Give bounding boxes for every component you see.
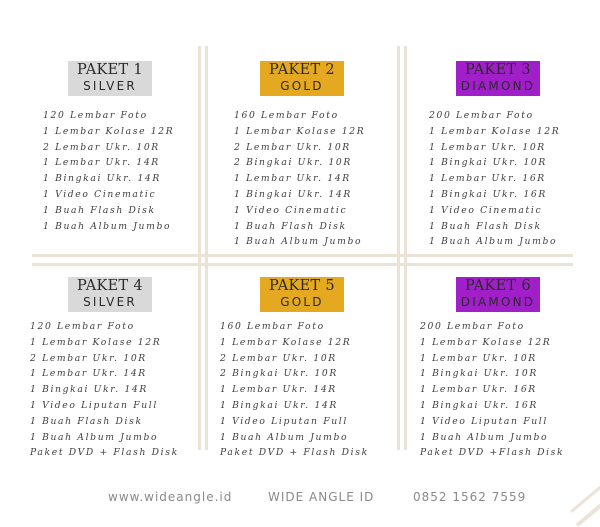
package-tier: DIAMOND [460,79,536,93]
list-item: 1 Bingkai Ukr. 14R [43,173,161,185]
list-item: 2 Lembar Ukr. 10R [30,352,147,364]
grid-divider-horizontal [32,254,573,257]
list-item: 1 Lembar Ukr. 14R [234,173,351,185]
list-item: 1 Buah Flash Disk [429,220,542,232]
package-name: PAKET 1 [77,62,143,78]
list-item: 120 Lembar Foto [30,321,135,332]
list-item: 1 Bingkai Ukr. 10R [420,368,538,380]
list-item: 1 Video Cinematic [234,204,348,216]
list-item: Paket DVD +Flash Disk [420,447,565,459]
list-item: 1 Lembar Kolase 12R [429,125,561,137]
list-item: 2 Bingkai Ukr. 10R [234,157,352,169]
list-item: 1 Bingkai Ukr. 14R [30,384,148,396]
list-item: 1 Lembar Ukr. 10R [420,352,537,364]
list-item: 1 Video Liputan Full [220,415,348,427]
list-item: 1 Bingkai Ukr. 14R [220,399,338,411]
package-item-list: 160 Lembar Foto 1 Lembar Kolase 12R 2 Le… [220,319,369,461]
list-item: 1 Buah Album Jumbo [30,431,159,443]
package-badge: PAKET 5 GOLD [260,277,344,312]
list-item: 1 Lembar Kolase 12R [420,336,552,348]
list-item: Paket DVD + Flash Disk [220,447,369,459]
list-item: 1 Video Liputan Full [420,415,548,427]
list-item: 1 Buah Flash Disk [43,204,156,216]
list-item: 1 Lembar Kolase 12R [234,125,366,137]
list-item: 1 Bingkai Ukr. 10R [429,157,547,169]
list-item: 1 Lembar Ukr. 14R [30,368,147,380]
list-item: 1 Video Liputan Full [30,399,158,411]
list-item: 1 Bingkai Ukr. 16R [420,399,538,411]
package-tier: GOLD [280,79,324,93]
package-badge: PAKET 6 DIAMOND [456,277,540,312]
list-item: 1 Buah Album Jumbo [420,431,549,443]
package-name: PAKET 3 [465,62,531,78]
list-item: 160 Lembar Foto [220,321,325,332]
list-item: 1 Buah Album Jumbo [220,431,349,443]
list-item: 1 Video Cinematic [429,204,543,216]
grid-divider-vertical [404,46,407,450]
list-item: 1 Video Cinematic [43,188,157,200]
footer-phone: 0852 1562 7559 [413,490,527,504]
list-item: 1 Buah Album Jumbo [43,220,172,232]
package-name: PAKET 2 [269,62,335,78]
package-tier: SILVER [83,295,137,309]
package-item-list: 200 Lembar Foto 1 Lembar Kolase 12R 1 Le… [429,108,560,250]
footer-website: www.wideangle.id [108,490,233,504]
package-badge: PAKET 1 SILVER [68,61,152,96]
footer-brand: WIDE ANGLE ID [268,490,375,504]
list-item: 1 Lembar Kolase 12R [30,336,162,348]
list-item: 1 Lembar Ukr. 10R [429,141,546,153]
package-name: PAKET 4 [77,278,143,294]
package-badge: PAKET 2 GOLD [260,61,344,96]
package-tier: DIAMOND [460,295,536,309]
list-item: Paket DVD + Flash Disk [30,447,179,459]
list-item: 2 Bingkai Ukr. 10R [220,368,338,380]
list-item: 1 Bingkai Ukr. 14R [234,188,352,200]
list-item: 1 Lembar Kolase 12R [43,125,175,137]
package-badge: PAKET 3 DIAMOND [456,61,540,96]
list-item: 200 Lembar Foto [420,321,525,332]
grid-divider-horizontal [32,263,573,266]
list-item: 200 Lembar Foto [429,110,534,121]
list-item: 120 Lembar Foto [43,110,148,121]
list-item: 1 Buah Flash Disk [234,220,347,232]
list-item: 1 Bingkai Ukr. 16R [429,188,547,200]
package-name: PAKET 5 [269,278,335,294]
package-tier: GOLD [280,295,324,309]
package-item-list: 120 Lembar Foto 1 Lembar Kolase 12R 2 Le… [30,319,179,461]
package-item-list: 160 Lembar Foto 1 Lembar Kolase 12R 2 Le… [234,108,365,250]
package-badge: PAKET 4 SILVER [68,277,152,312]
list-item: 1 Buah Album Jumbo [234,236,363,248]
list-item: 2 Lembar Ukr. 10R [220,352,337,364]
package-item-list: 200 Lembar Foto 1 Lembar Kolase 12R 1 Le… [420,319,564,461]
list-item: 1 Buah Album Jumbo [429,236,558,248]
list-item: 1 Lembar Kolase 12R [220,336,352,348]
package-name: PAKET 6 [465,278,531,294]
grid-divider-vertical [205,46,208,450]
list-item: 2 Lembar Ukr. 10R [234,141,351,153]
list-item: 1 Lembar Ukr. 16R [420,384,537,396]
list-item: 160 Lembar Foto [234,110,339,121]
list-item: 1 Buah Flash Disk [30,415,143,427]
list-item: 1 Lembar Ukr. 16R [429,173,546,185]
list-item: 2 Lembar Ukr. 10R [43,141,160,153]
list-item: 1 Lembar Ukr. 14R [220,384,337,396]
package-item-list: 120 Lembar Foto 1 Lembar Kolase 12R 2 Le… [43,108,174,234]
grid-divider-vertical [198,46,201,450]
package-tier: SILVER [83,79,137,93]
list-item: 1 Lembar Ukr. 14R [43,157,160,169]
grid-divider-vertical [397,46,400,450]
